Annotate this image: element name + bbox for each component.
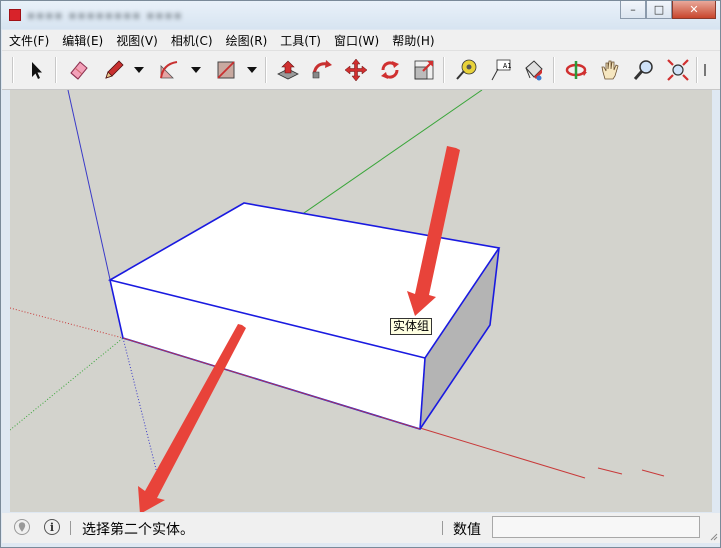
app-logo-icon <box>9 9 21 21</box>
chevron-down-icon <box>191 67 201 73</box>
move-icon <box>344 58 368 82</box>
select-tool-button[interactable] <box>22 56 50 84</box>
pencil-tool-button[interactable] <box>100 56 128 84</box>
measurements-label: 数值 <box>453 522 481 538</box>
select-icon <box>32 62 42 79</box>
menu-file[interactable]: 文件(F) <box>2 32 55 49</box>
app-window: ▪▪▪▪ ▪▪▪▪▪▪▪▪ ▪▪▪▪ – □ ✕ 文件(F) 编辑(E) 视图(… <box>0 0 721 548</box>
menu-tools[interactable]: 工具(T) <box>273 32 327 49</box>
push-pull-icon <box>277 60 299 80</box>
status-bar: i 选择第二个实体。 数值 <box>2 513 720 543</box>
pencil-dropdown-button[interactable] <box>133 65 145 75</box>
toolbar-separator <box>265 57 267 83</box>
zoom-icon <box>633 60 653 80</box>
follow-me-tool-button[interactable] <box>308 56 336 84</box>
rectangle-icon <box>217 61 235 79</box>
rotate-icon <box>381 61 399 79</box>
scene-canvas[interactable] <box>10 90 712 512</box>
toolbar-separator <box>55 57 57 83</box>
measurements-input[interactable] <box>492 516 700 538</box>
zoom-extents-tool-button[interactable] <box>664 56 692 84</box>
arc-icon <box>160 61 178 79</box>
red-axis-negative <box>10 307 124 339</box>
geolocation-icon[interactable] <box>14 519 30 535</box>
orbit-icon <box>565 61 587 79</box>
window-controls: – □ ✕ <box>620 1 716 19</box>
menu-camera[interactable]: 相机(C) <box>164 32 219 49</box>
arc-tool-button[interactable] <box>155 56 183 84</box>
window-title: ▪▪▪▪ ▪▪▪▪▪▪▪▪ ▪▪▪▪ <box>27 8 183 22</box>
green-axis-negative <box>10 337 124 431</box>
rectangle-dropdown-button[interactable] <box>246 65 258 75</box>
status-message: 选择第二个实体。 <box>82 522 194 538</box>
arc-dropdown-button[interactable] <box>190 65 202 75</box>
toolbar-separator <box>696 57 698 83</box>
menu-edit[interactable]: 编辑(E) <box>55 32 109 49</box>
tape-measure-icon <box>456 59 477 80</box>
pan-icon <box>601 60 619 80</box>
status-separator <box>442 521 443 535</box>
toolbar-overflow-handle[interactable] <box>704 64 706 76</box>
eraser-icon <box>70 61 88 80</box>
toolbar-grip <box>12 57 14 83</box>
maximize-button[interactable]: □ <box>646 1 672 19</box>
rotate-tool-button[interactable] <box>376 56 404 84</box>
menu-draw[interactable]: 绘图(R) <box>219 32 274 49</box>
scale-tool-button[interactable] <box>410 56 438 84</box>
paint-bucket-icon <box>525 60 543 81</box>
text-tool-button[interactable]: A1 <box>486 56 514 84</box>
orbit-tool-button[interactable] <box>562 56 590 84</box>
eraser-tool-button[interactable] <box>64 56 92 84</box>
red-axis-segment <box>597 467 665 477</box>
text-tool-label: A1 <box>503 62 512 70</box>
chevron-down-icon <box>247 67 257 73</box>
scale-icon <box>414 60 434 80</box>
chevron-down-icon <box>134 67 144 73</box>
follow-me-icon <box>312 60 332 79</box>
pencil-icon <box>105 60 124 79</box>
pan-tool-button[interactable] <box>596 56 624 84</box>
minimize-button[interactable]: – <box>620 1 646 19</box>
menu-window[interactable]: 窗口(W) <box>327 32 385 49</box>
paint-bucket-tool-button[interactable] <box>520 56 548 84</box>
toolbar-separator <box>443 57 445 83</box>
menu-view[interactable]: 视图(V) <box>109 32 164 49</box>
push-pull-tool-button[interactable] <box>274 56 302 84</box>
toolbar: A1 <box>2 51 720 90</box>
zoom-extents-icon <box>667 59 689 81</box>
close-button[interactable]: ✕ <box>672 1 716 19</box>
title-bar[interactable]: ▪▪▪▪ ▪▪▪▪▪▪▪▪ ▪▪▪▪ – □ ✕ <box>1 1 720 29</box>
blue-axis-negative <box>122 337 161 486</box>
info-icon[interactable]: i <box>44 519 60 535</box>
menu-bar: 文件(F) 编辑(E) 视图(V) 相机(C) 绘图(R) 工具(T) 窗口(W… <box>2 30 720 51</box>
move-tool-button[interactable] <box>342 56 370 84</box>
menu-help[interactable]: 帮助(H) <box>385 32 440 49</box>
tape-measure-tool-button[interactable] <box>452 56 480 84</box>
zoom-tool-button[interactable] <box>630 56 658 84</box>
resize-grip-icon[interactable] <box>708 531 718 541</box>
entity-tooltip: 实体组 <box>390 318 433 335</box>
rectangle-tool-button[interactable] <box>212 56 240 84</box>
status-separator <box>70 521 71 535</box>
pin-icon <box>18 522 26 532</box>
toolbar-separator <box>553 57 555 83</box>
drawing-viewport[interactable]: 实体组 <box>10 90 712 512</box>
